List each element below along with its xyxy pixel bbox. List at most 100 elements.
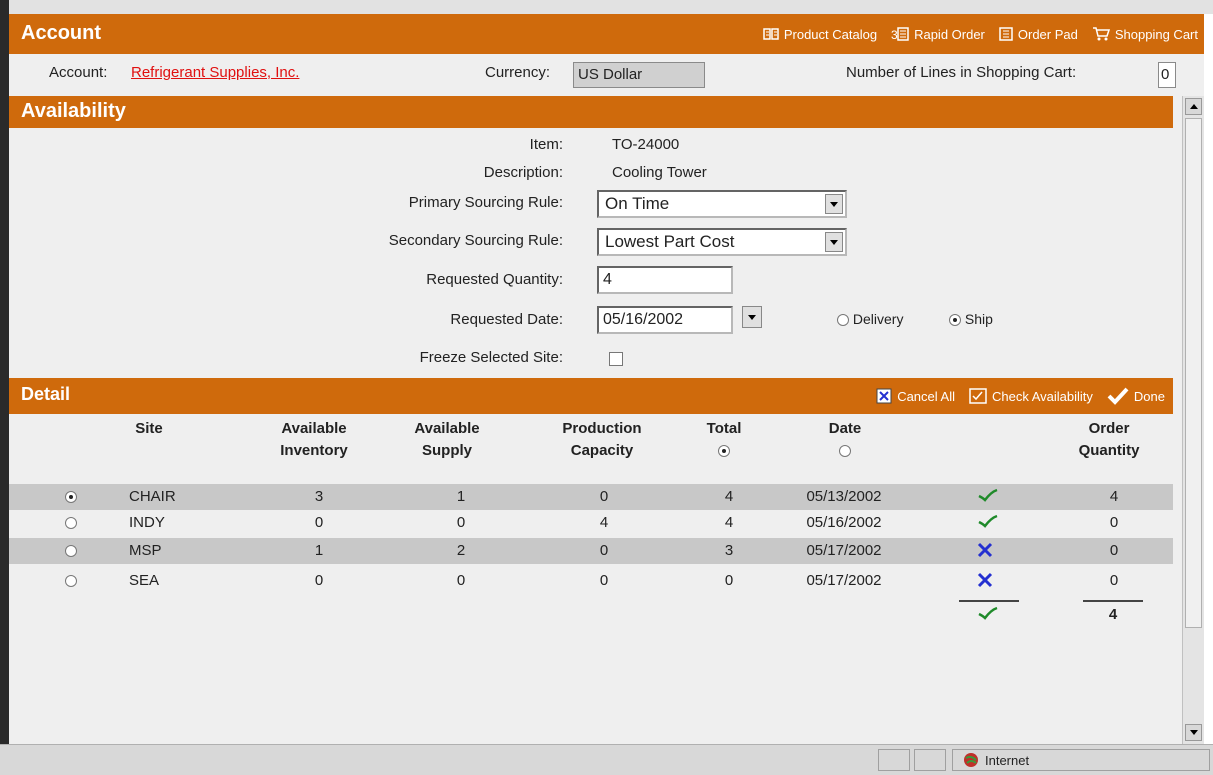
top-nav: Product Catalog 3 Rapid Order Order Pad …	[749, 14, 1198, 54]
cell-date: 05/16/2002	[806, 514, 882, 531]
chevron-down-icon[interactable]	[825, 232, 843, 252]
nav-label: Product Catalog	[783, 26, 878, 42]
cell-site: MSP	[129, 542, 162, 559]
cell-qty: 0	[1109, 542, 1119, 559]
cell-inventory: 3	[314, 488, 324, 505]
check-availability-label: Check Availability	[992, 388, 1093, 404]
main-content: Availability Item: TO-24000 Description:…	[9, 96, 1173, 744]
detail-column-headers: Site Available Inventory Available Supply …	[9, 414, 1173, 466]
status-zone: Internet	[952, 749, 1210, 771]
delivery-label: Delivery	[852, 311, 904, 327]
item-label: Item:	[529, 136, 563, 153]
cell-total: 4	[724, 514, 734, 531]
cell-qty: 4	[1109, 488, 1119, 505]
detail-actions: Cancel All Check Availability Done	[862, 378, 1165, 414]
cell-capacity: 0	[599, 488, 609, 505]
cell-date: 05/17/2002	[806, 572, 882, 589]
account-header-bar: Account Product Catalog 3 Rapid Order Or…	[9, 14, 1204, 54]
check-availability-button[interactable]: Check Availability	[969, 388, 1093, 404]
window-left-edge	[0, 0, 9, 774]
item-value: TO-24000	[612, 136, 680, 153]
date-input[interactable]: 05/16/2002	[597, 306, 733, 334]
nav-label: Rapid Order	[914, 26, 985, 42]
row-select-radio[interactable]	[65, 491, 77, 503]
currency-field: US Dollar	[573, 62, 705, 88]
cancel-all-button[interactable]: Cancel All	[876, 388, 955, 404]
date-label: Requested Date:	[450, 311, 563, 328]
detail-header-bar: Detail Cancel All Check Availability Don…	[9, 378, 1173, 414]
notepad-icon	[999, 27, 1013, 41]
check-icon	[977, 514, 999, 532]
cell-supply: 0	[456, 572, 466, 589]
col-available-supply: Available Supply	[414, 420, 480, 459]
table-row[interactable]: SEA 0 0 0 0 05/17/2002 0	[9, 568, 1173, 594]
nav-product-catalog[interactable]: Product Catalog	[763, 27, 877, 42]
ship-label: Ship	[964, 311, 993, 327]
delivery-radio[interactable]	[837, 314, 849, 327]
currency-label: Currency:	[485, 64, 551, 81]
internet-globe-icon	[964, 753, 978, 767]
quantity-input[interactable]: 4	[597, 266, 733, 294]
row-select-radio[interactable]	[65, 517, 77, 529]
sort-total-radio[interactable]	[718, 445, 730, 458]
cell-capacity: 0	[599, 572, 609, 589]
cell-total: 3	[724, 542, 734, 559]
total-check-icon	[977, 606, 999, 625]
delivery-option[interactable]: Delivery	[837, 311, 903, 327]
ship-option[interactable]: Ship	[949, 311, 993, 327]
calendar-dropdown-icon[interactable]	[742, 306, 762, 328]
account-link[interactable]: Refrigerant Supplies, Inc.	[131, 64, 299, 81]
cell-inventory: 0	[314, 514, 324, 531]
secondary-rule-value: Lowest Part Cost	[605, 232, 735, 251]
account-label: Account:	[49, 64, 108, 81]
cart-lines-label: Number of Lines in Shopping Cart:	[846, 64, 1077, 81]
cell-total: 0	[724, 572, 734, 589]
nav-shopping-cart[interactable]: Shopping Cart	[1092, 26, 1198, 42]
app-window: Account Product Catalog 3 Rapid Order Or…	[9, 14, 1204, 744]
cart-icon	[1092, 27, 1110, 41]
table-row[interactable]: CHAIR 3 1 0 4 05/13/2002 4	[9, 484, 1173, 510]
col-available-inventory: Available Inventory	[280, 420, 348, 459]
freeze-site-checkbox[interactable]	[609, 352, 623, 366]
nav-order-pad[interactable]: Order Pad	[999, 27, 1078, 42]
svg-text:3: 3	[891, 28, 898, 41]
cart-lines-field: 0	[1158, 62, 1176, 88]
cell-site: INDY	[129, 514, 165, 531]
cell-supply: 0	[456, 514, 466, 531]
total-order-quantity: 4	[1108, 606, 1118, 623]
secondary-rule-select[interactable]: Lowest Part Cost	[597, 228, 847, 256]
status-segment	[878, 749, 910, 771]
done-button[interactable]: Done	[1107, 387, 1165, 405]
qty-total-divider	[1083, 600, 1143, 602]
col-site: Site	[135, 420, 163, 437]
table-row[interactable]: MSP 1 2 0 3 05/17/2002 0	[9, 538, 1173, 564]
status-zone-label: Internet	[985, 752, 1030, 768]
nav-rapid-order[interactable]: 3 Rapid Order	[891, 27, 985, 42]
browser-status-bar: Internet	[0, 744, 1213, 775]
scroll-thumb[interactable]	[1185, 118, 1202, 628]
scroll-up-icon[interactable]	[1185, 98, 1202, 115]
nav-label: Shopping Cart	[1114, 26, 1198, 42]
row-select-radio[interactable]	[65, 545, 77, 557]
primary-rule-label: Primary Sourcing Rule:	[408, 194, 563, 211]
cell-qty: 0	[1109, 514, 1119, 531]
ship-radio[interactable]	[949, 314, 961, 327]
primary-rule-select[interactable]: On Time	[597, 190, 847, 218]
description-label: Description:	[483, 164, 563, 181]
x-icon	[977, 572, 993, 592]
window-top-edge	[0, 0, 1213, 14]
done-checkmark-icon	[1107, 387, 1129, 405]
cell-capacity: 0	[599, 542, 609, 559]
cell-site: CHAIR	[129, 488, 176, 505]
row-select-radio[interactable]	[65, 575, 77, 587]
chevron-down-icon[interactable]	[825, 194, 843, 214]
list-icon: 3	[891, 27, 909, 41]
scroll-down-icon[interactable]	[1185, 724, 1202, 741]
check-availability-icon	[969, 388, 987, 404]
cell-inventory: 0	[314, 572, 324, 589]
vertical-scrollbar[interactable]	[1182, 96, 1204, 744]
cancel-icon	[876, 388, 892, 404]
table-row[interactable]: INDY 0 0 4 4 05/16/2002 0	[9, 510, 1173, 536]
secondary-rule-label: Secondary Sourcing Rule:	[388, 232, 563, 249]
sort-date-radio[interactable]	[839, 445, 851, 458]
